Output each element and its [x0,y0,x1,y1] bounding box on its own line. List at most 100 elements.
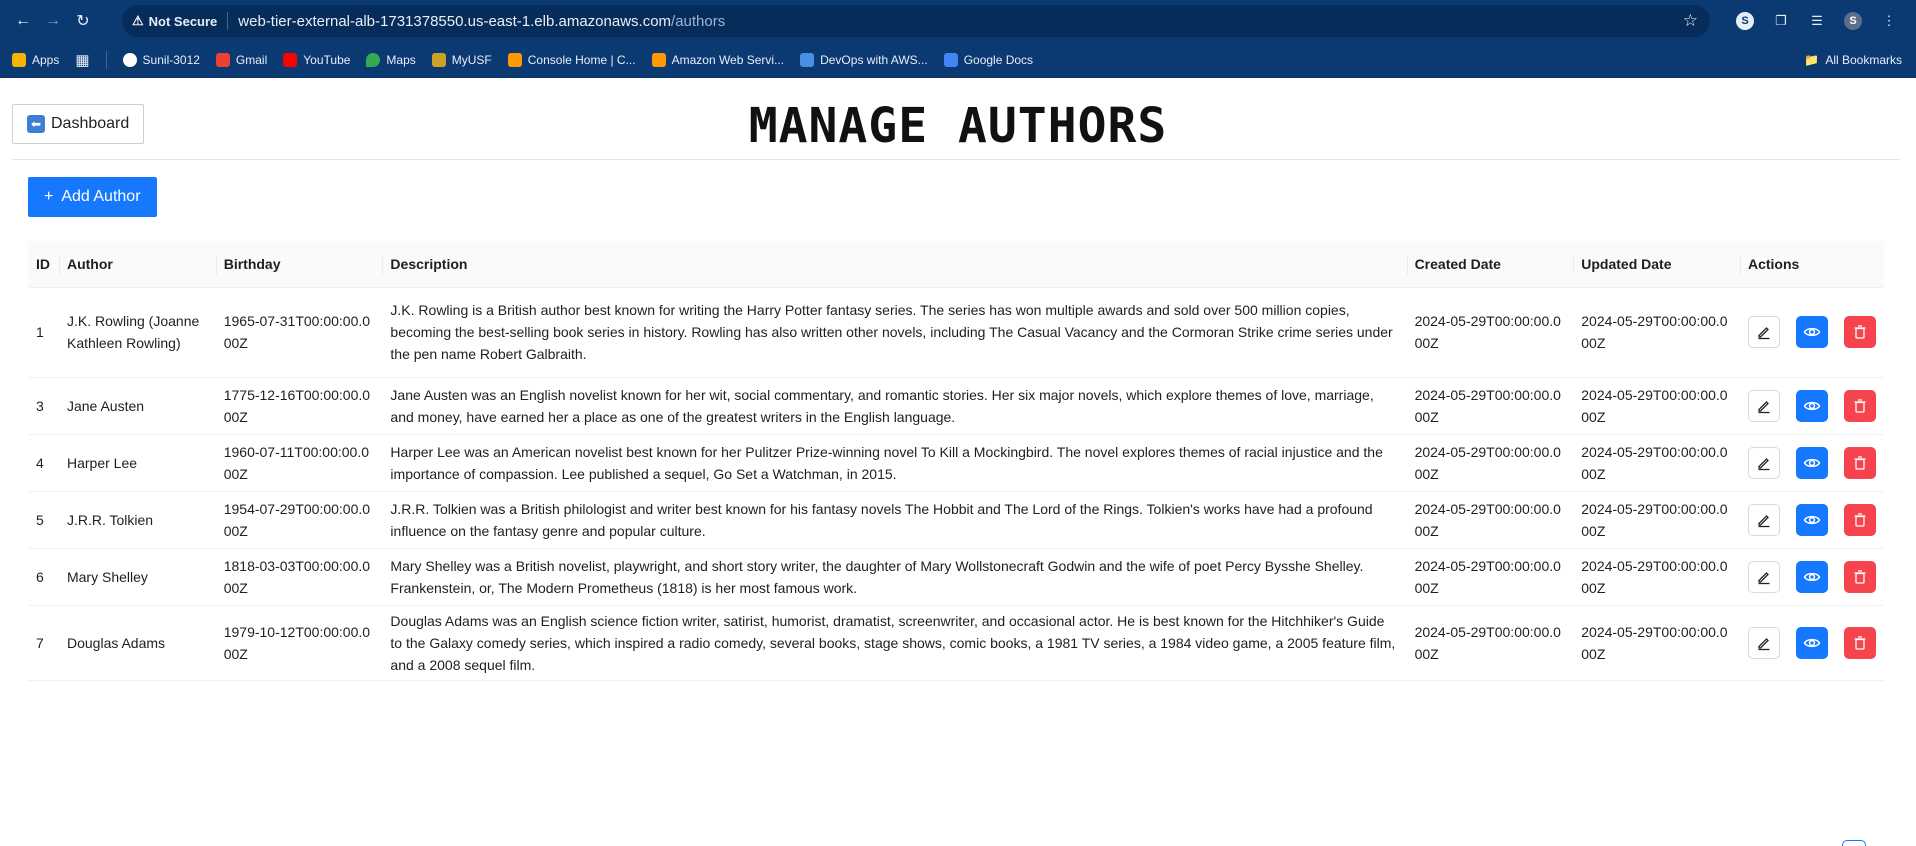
page-number-current[interactable]: 1 [1841,840,1866,846]
media-queue-icon[interactable]: ☰ [1806,10,1828,32]
cell-updated-date: 2024-05-29T00:00:00.000Z [1573,605,1740,681]
trash-icon[interactable] [1843,626,1876,659]
table-row: 7 Douglas Adams 1979-10-12T00:00:00.000Z Do… [28,605,1884,681]
cell-description: Mary Shelley was a British novelist, pla… [382,548,1407,606]
cell-author: J.R.R. Tolkien [58,491,216,549]
cell-birthday: 1979-10-12T00:00:00.000Z [215,605,383,681]
bookmark-grid[interactable]: ▦ [75,51,89,69]
cell-actions [1739,605,1884,681]
cell-author: Jane Austen [58,377,216,435]
cell-description: J.K. Rowling is a British author best kn… [382,287,1407,378]
all-bookmarks[interactable]: 📁 All Bookmarks [1804,53,1902,67]
edit-icon[interactable] [1747,560,1780,593]
cell-updated-date: 2024-05-29T00:00:00.000Z [1573,548,1740,606]
cell-author: J.K. Rowling (Joanne Kathleen Rowling) [58,287,216,378]
bookmark-console-home[interactable]: Console Home | C... [507,52,636,67]
cell-birthday: 1775-12-16T00:00:00.000Z [215,377,383,435]
add-author-button[interactable]: + Add Author [28,177,157,217]
grid-icon: ▦ [75,51,90,69]
bookmark-myusf[interactable]: MyUSF [431,52,492,67]
table-row: 3 Jane Austen 1775-12-16T00:00:00.000Z Jane… [28,377,1884,435]
bookmark-devops[interactable]: DevOps with AWS... [800,52,928,67]
reload-icon[interactable]: ↻ [68,6,98,36]
cell-author: Douglas Adams [58,605,216,681]
aws-cube-icon [507,52,522,67]
back-arrow-icon[interactable]: ← [8,6,38,36]
add-author-label: Add Author [61,188,141,205]
bookmark-gmail[interactable]: Gmail [215,52,267,67]
cell-updated-date: 2024-05-29T00:00:00.000Z [1573,287,1740,378]
github-icon [122,52,137,67]
edit-icon[interactable] [1747,626,1780,659]
trash-icon[interactable] [1843,503,1876,536]
column-header-actions: Actions [1739,241,1884,288]
pagination: ‹ 1 › [1827,840,1880,846]
forward-arrow-icon[interactable]: → [38,6,68,36]
bookmark-google-docs[interactable]: Google Docs [943,52,1033,67]
eye-icon[interactable] [1795,316,1828,348]
cell-created-date: 2024-05-29T00:00:00.000Z [1406,434,1574,492]
cell-description: J.R.R. Tolkien was a British philologist… [382,491,1407,549]
kebab-menu-icon[interactable]: ⋮ [1878,10,1900,32]
bookmark-apps[interactable]: Apps [12,52,59,67]
cell-id: 6 [28,548,59,606]
edit-icon[interactable] [1747,389,1780,422]
edit-icon[interactable] [1747,446,1780,479]
bookmark-youtube[interactable]: YouTube [283,52,350,67]
eye-icon[interactable] [1795,626,1828,659]
warning-icon: ⚠ [132,13,144,28]
cell-created-date: 2024-05-29T00:00:00.000Z [1406,491,1574,549]
eye-icon[interactable] [1795,389,1828,422]
cell-id: 5 [28,491,59,549]
eye-icon[interactable] [1795,446,1828,479]
cell-created-date: 2024-05-29T00:00:00.000Z [1406,548,1574,606]
apps-grid-icon [12,52,26,67]
column-header-created-date: Created Date [1406,241,1574,288]
trash-icon[interactable] [1843,316,1876,348]
trash-icon[interactable] [1843,446,1876,479]
docs-icon [943,52,958,67]
browser-toolbar: ← → ↻ ⚠ Not Secure web-tier-external-alb… [0,0,1916,42]
table-row: 5 J.R.R. Tolkien 1954-07-29T00:00:00.000Z J… [28,491,1884,549]
cell-actions [1739,377,1884,435]
url-host: web-tier-external-alb-1731378550.us-east… [238,12,672,30]
cell-id: 7 [28,605,59,681]
bookmark-github[interactable]: Sunil-3012 [122,52,200,67]
cell-actions [1739,491,1884,549]
table-header-row: ID Author Birthday Description Created D… [28,241,1884,288]
cell-birthday: 1954-07-29T00:00:00.000Z [215,491,383,549]
page-title: MANAGE AUTHORS [748,98,1168,154]
bookmarks-bar: Apps ▦ Sunil-3012 Gmail YouTube Maps MyU… [0,42,1916,78]
edit-icon[interactable] [1747,316,1780,348]
gmail-icon [215,52,230,67]
folder-icon: 📁 [1804,52,1820,67]
cell-id: 4 [28,434,59,492]
trash-icon[interactable] [1843,389,1876,422]
edit-icon[interactable] [1747,503,1780,536]
cell-id: 3 [28,377,59,435]
plus-icon: + [44,188,54,205]
bookmark-separator [105,50,107,69]
security-indicator[interactable]: ⚠ Not Secure [132,12,229,30]
bookmark-star-icon[interactable]: ☆ [1683,11,1698,31]
cell-actions [1739,287,1884,378]
table-row: 6 Mary Shelley 1818-03-03T00:00:00.000Z Mar… [28,548,1884,606]
cell-description: Jane Austen was an English novelist know… [382,377,1407,435]
cell-created-date: 2024-05-29T00:00:00.000Z [1406,605,1574,681]
eye-icon[interactable] [1795,560,1828,593]
address-bar[interactable]: ⚠ Not Secure web-tier-external-alb-17313… [122,5,1710,37]
column-header-author: Author [58,241,216,288]
bookmark-maps[interactable]: Maps [366,52,416,67]
cell-birthday: 1960-07-11T00:00:00.000Z [215,434,383,492]
trash-icon[interactable] [1843,560,1876,593]
bookmark-aws[interactable]: Amazon Web Servi... [651,52,784,67]
eye-icon[interactable] [1795,503,1828,536]
cell-birthday: 1965-07-31T00:00:00.000Z [215,287,383,378]
extension-avatar-icon[interactable]: S [1734,10,1756,32]
table-row: 1 J.K. Rowling (Joanne Kathleen Rowling) 1… [28,287,1884,378]
profile-avatar[interactable]: S [1842,10,1864,32]
cell-updated-date: 2024-05-29T00:00:00.000Z [1573,434,1740,492]
puzzle-extensions-icon[interactable]: ❐ [1770,10,1792,32]
cell-created-date: 2024-05-29T00:00:00.000Z [1406,287,1574,378]
column-header-birthday: Birthday [215,241,383,288]
